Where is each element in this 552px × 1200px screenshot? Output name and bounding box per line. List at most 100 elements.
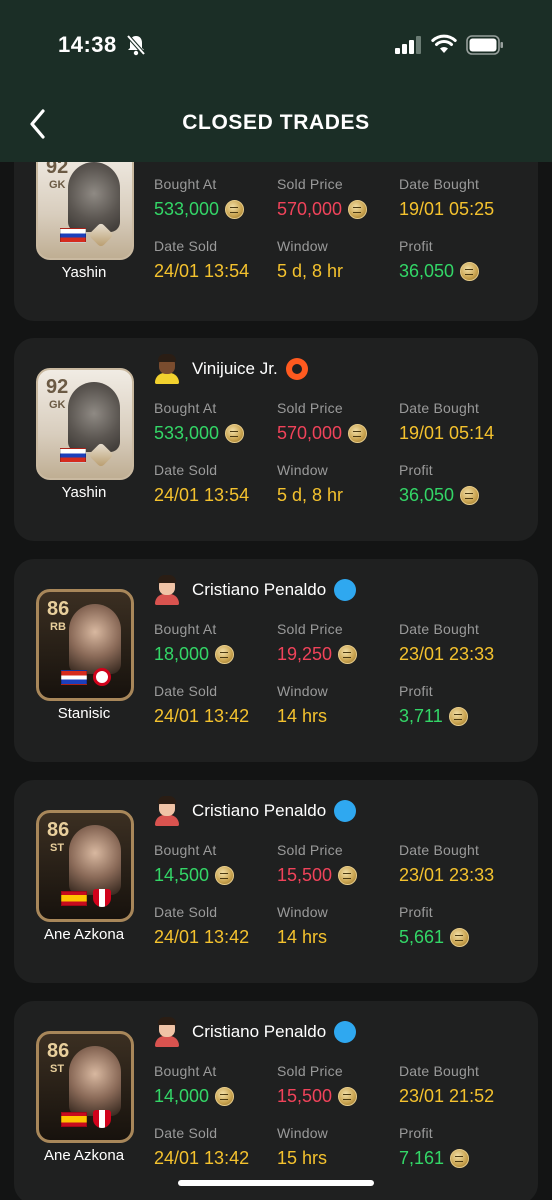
window-label: Window (277, 462, 328, 478)
profit-label: Profit (399, 462, 433, 478)
bought-at-label: Bought At (154, 1063, 217, 1079)
player-portrait (69, 604, 121, 674)
seller-info[interactable]: Vinijuice Jr. (154, 352, 308, 386)
bought-at-value: 14,000 (154, 1086, 235, 1107)
window-label: Window (277, 904, 328, 920)
cellular-signal-icon (395, 36, 421, 54)
seller-info[interactable]: Cristiano Penaldo (154, 573, 357, 607)
sold-price-value: 15,500 (277, 1086, 358, 1107)
player-portrait (69, 825, 121, 895)
player-portrait (68, 162, 120, 232)
origin-platform-icon (285, 358, 308, 380)
player-card[interactable]: 86 ST (36, 1031, 134, 1143)
player-name: Stanisic (57, 705, 111, 722)
date-bought-label: Date Bought (399, 1063, 480, 1079)
profit-label: Profit (399, 238, 433, 254)
avatar-icon (154, 796, 180, 826)
profit-label: Profit (399, 683, 433, 699)
player-rating: 86 (47, 1040, 70, 1062)
date-sold-value: 24/01 13:54 (154, 485, 250, 505)
date-sold-value: 24/01 13:42 (154, 927, 250, 947)
sold-price-label: Sold Price (277, 400, 343, 416)
status-bar: 14:38 (0, 30, 552, 62)
date-bought-value: 19/01 05:14 (399, 423, 495, 443)
status-time: 14:38 (58, 32, 117, 57)
playstation-platform-icon (334, 1021, 357, 1043)
coin-icon (338, 645, 358, 664)
player-rating: 92 (46, 376, 69, 398)
seller-info[interactable]: Cristiano Penaldo (154, 794, 357, 828)
player-card[interactable]: 86 RB (36, 589, 134, 701)
player-name: Ane Azkona (43, 926, 125, 943)
coin-icon (225, 424, 245, 443)
player-card[interactable]: 92 GK (36, 148, 134, 260)
coin-icon (215, 1087, 235, 1106)
sold-price-value: 19,250 (277, 644, 358, 665)
club-crest-icon (93, 1110, 111, 1128)
profit-value: 5,661 (399, 927, 470, 948)
profit-label: Profit (399, 904, 433, 920)
playstation-platform-icon (334, 800, 357, 822)
coin-icon (450, 928, 470, 947)
bought-at-value: 533,000 (154, 199, 245, 220)
date-sold-label: Date Sold (154, 1125, 218, 1141)
playstation-platform-icon (334, 579, 357, 601)
date-bought-value: 19/01 05:25 (399, 199, 495, 219)
coin-icon (338, 1087, 358, 1106)
russia-flag-icon (60, 228, 86, 243)
date-sold-value: 24/01 13:42 (154, 706, 250, 726)
date-sold-label: Date Sold (154, 238, 218, 254)
trade-card[interactable]: 92 GK Yashin Vinijuice Jr. Bought At 533,… (14, 338, 538, 541)
seller-name: Cristiano Penaldo (192, 1022, 327, 1041)
date-sold-value: 24/01 13:42 (154, 1148, 250, 1168)
coin-icon (215, 866, 235, 885)
player-position: GK (49, 399, 66, 411)
player-card[interactable]: 86 ST (36, 810, 134, 922)
date-bought-label: Date Bought (399, 176, 480, 192)
sold-price-label: Sold Price (277, 1063, 343, 1079)
profit-value: 3,711 (399, 706, 468, 727)
trade-card[interactable]: 86 RB Stanisic Cristiano Penaldo Bought … (14, 559, 538, 762)
player-name: Yashin (61, 264, 107, 281)
date-bought-value: 23/01 23:33 (399, 865, 495, 885)
window-label: Window (277, 1125, 328, 1141)
player-card[interactable]: 92 GK (36, 368, 134, 480)
coin-icon (338, 866, 358, 885)
coin-icon (215, 645, 235, 664)
bought-at-value: 18,000 (154, 644, 235, 665)
window-label: Window (277, 683, 328, 699)
sold-price-value: 570,000 (277, 199, 368, 220)
date-sold-label: Date Sold (154, 904, 218, 920)
player-position: RB (50, 621, 66, 633)
coin-icon (460, 262, 480, 281)
trade-card[interactable]: 86 ST Ane Azkona Cristiano Penaldo Bough… (14, 1001, 538, 1200)
trade-card[interactable]: 86 ST Ane Azkona Cristiano Penaldo Bough… (14, 780, 538, 983)
home-indicator[interactable] (178, 1180, 374, 1186)
sold-price-label: Sold Price (277, 842, 343, 858)
player-position: GK (49, 179, 66, 191)
bought-at-label: Bought At (154, 176, 217, 192)
avatar-icon (154, 1017, 180, 1047)
bell-muted-icon (126, 34, 146, 56)
sold-price-label: Sold Price (277, 176, 343, 192)
coin-icon (450, 1149, 470, 1168)
date-bought-label: Date Bought (399, 842, 480, 858)
croatia-flag-icon (61, 670, 87, 685)
date-sold-label: Date Sold (154, 462, 218, 478)
club-crest-icon (93, 889, 111, 907)
seller-info[interactable]: Cristiano Penaldo (154, 1015, 357, 1049)
profit-value: 7,161 (399, 1148, 470, 1169)
spain-flag-icon (61, 1112, 87, 1127)
player-position: ST (50, 842, 65, 854)
coin-icon (348, 200, 368, 219)
player-portrait (68, 382, 120, 452)
window-value: 15 hrs (277, 1148, 328, 1168)
avatar-icon (154, 575, 180, 605)
russia-flag-icon (60, 448, 86, 463)
player-rating: 86 (47, 819, 70, 841)
battery-icon (466, 35, 503, 55)
date-bought-value: 23/01 21:52 (399, 1086, 495, 1106)
profit-label: Profit (399, 1125, 433, 1141)
trade-details: Bought At 533,000 Sold Price 570,000 Date … (154, 400, 534, 540)
bought-at-value: 533,000 (154, 423, 245, 444)
